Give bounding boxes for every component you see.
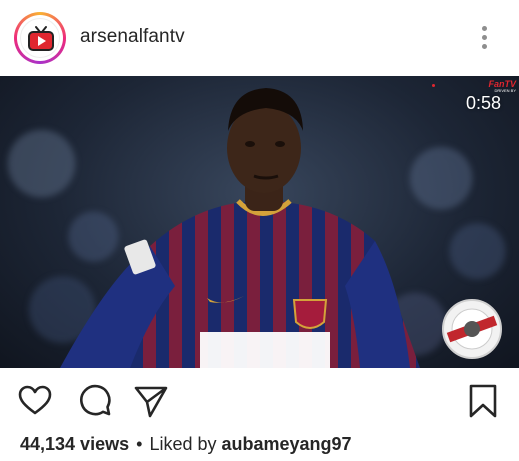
video-player[interactable]: FanTV DRIVEN BY 0:58 <box>0 76 519 368</box>
separator: • <box>136 434 143 454</box>
video-timer: 0:58 <box>466 93 502 113</box>
liked-by-user-link[interactable]: aubameyang97 <box>222 434 352 454</box>
heart-icon[interactable] <box>18 384 52 418</box>
recording-dot <box>432 84 435 87</box>
avatar[interactable] <box>14 12 66 64</box>
award-badge-icon <box>442 299 502 359</box>
paper-plane-icon[interactable] <box>134 384 168 418</box>
view-count[interactable]: 44,134 views <box>20 434 129 454</box>
username-link[interactable]: arsenalfantv <box>80 26 185 48</box>
action-bar <box>0 368 519 428</box>
comment-bubble-icon[interactable] <box>78 384 112 418</box>
tv-play-icon <box>28 26 54 51</box>
liked-by-prefix: Liked by <box>149 434 217 454</box>
post-meta: 44,134 views • Liked by aubameyang97 <box>20 434 352 455</box>
bookmark-icon[interactable] <box>466 384 500 418</box>
more-options-icon[interactable] <box>476 26 492 52</box>
post-header: arsenalfantv <box>0 0 519 76</box>
